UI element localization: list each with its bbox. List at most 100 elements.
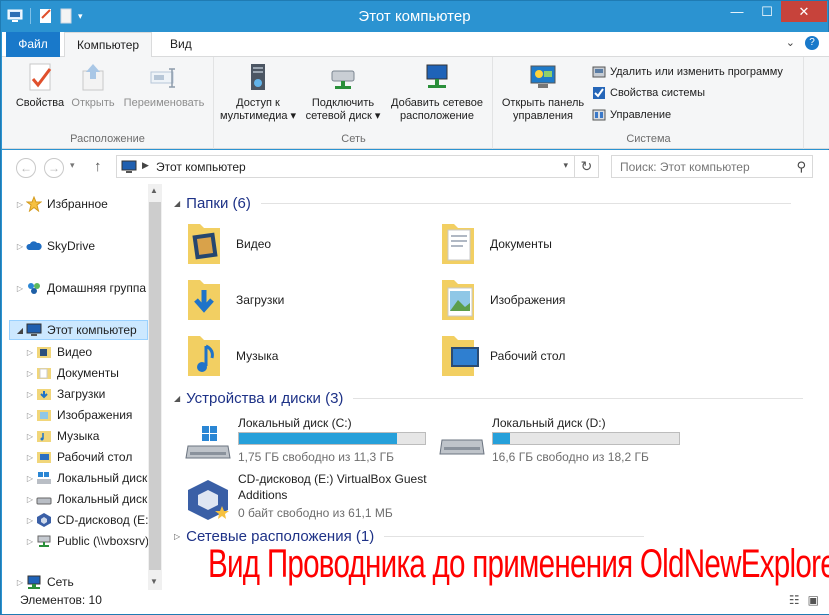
rename-label: Переименовать [123, 97, 205, 109]
rename-button[interactable]: Переименовать [118, 61, 210, 110]
nav-label: SkyDrive [47, 239, 96, 253]
minimize-button[interactable]: — [723, 1, 751, 22]
nav-label: Рабочий стол [57, 450, 133, 464]
network-icon [27, 575, 41, 589]
collapse-icon[interactable]: ◢ [14, 326, 26, 335]
scroll-down-icon[interactable]: ▼ [150, 577, 158, 586]
nav-item-drive-c[interactable]: ▷ Локальный диск (C:) [24, 468, 148, 488]
breadcrumb-arrow-icon[interactable]: ▶ [142, 160, 149, 171]
address-history-icon[interactable]: ▾ [563, 160, 568, 171]
nav-item-public-share[interactable]: ▷ Public (\\vboxsrv) [24, 531, 148, 551]
expand-icon[interactable]: ▷ [174, 532, 180, 541]
expand-icon[interactable]: ▷ [24, 390, 36, 399]
folder-desktop[interactable]: Рабочий стол [438, 330, 678, 382]
documents-folder-icon [37, 368, 51, 379]
nav-item-video[interactable]: ▷ Видео [24, 342, 92, 362]
expand-icon[interactable]: ▷ [14, 578, 26, 587]
cd-name-line1: CD-дисковод (E:) VirtualBox Guest [238, 472, 427, 486]
manage-icon [592, 109, 606, 121]
help-icon[interactable]: ? [805, 36, 819, 50]
nav-label: Сеть [47, 575, 74, 589]
drive-usage-fill [239, 433, 398, 444]
properties-button[interactable]: Свойства [14, 61, 66, 110]
devices-section-header[interactable]: ◢ Устройства и диски (3) [174, 390, 804, 407]
expand-icon[interactable]: ▷ [14, 284, 26, 293]
back-button[interactable]: ← [16, 158, 36, 178]
folder-label: Музыка [236, 349, 279, 363]
downloads-folder-icon [37, 389, 51, 400]
nav-item-downloads[interactable]: ▷ Загрузки [24, 384, 105, 404]
drive-c[interactable]: Локальный диск (C:) 1,75 ГБ свободно из … [184, 416, 434, 472]
nav-item-drive-d[interactable]: ▷ Локальный диск (D:) [24, 489, 148, 509]
expand-icon[interactable]: ▷ [24, 495, 36, 504]
map-drive-button[interactable]: Подключить сетевой диск ▾ [303, 61, 383, 123]
folder-music[interactable]: Музыка [184, 330, 424, 382]
scroll-thumb[interactable] [149, 202, 161, 570]
downloads-folder-icon [188, 280, 220, 320]
add-location-line1: Добавить сетевое [391, 97, 483, 109]
folder-pictures[interactable]: Изображения [438, 274, 678, 326]
folder-documents[interactable]: Документы [438, 218, 678, 270]
nav-item-skydrive[interactable]: ▷ SkyDrive [14, 236, 95, 256]
uninstall-program-button[interactable]: Удалить или изменить программу [592, 63, 783, 81]
chevron-down-icon[interactable]: ⌄ [786, 36, 795, 50]
tab-view[interactable]: Вид [158, 32, 204, 57]
expand-icon[interactable]: ▷ [14, 242, 26, 251]
expand-icon[interactable]: ▷ [24, 369, 36, 378]
search-icon[interactable]: ⚲ [796, 159, 806, 175]
expand-icon[interactable]: ▷ [24, 348, 36, 357]
media-access-button[interactable]: Доступ к мультимедиа ▾ [219, 61, 297, 123]
nav-item-favorites[interactable]: ▷ Избранное [14, 194, 108, 214]
collapse-icon[interactable]: ◢ [174, 394, 180, 403]
control-panel-button[interactable]: Открыть панель управления [496, 61, 590, 123]
system-properties-button[interactable]: Свойства системы [592, 84, 705, 102]
drive-name: Локальный диск (D:) [492, 416, 606, 430]
folder-downloads[interactable]: Загрузки [184, 274, 424, 326]
system-group-label: Система [626, 133, 671, 145]
open-button[interactable]: Открыть [68, 61, 118, 110]
search-input[interactable]: Поиск: Этот компьютер ⚲ [611, 155, 813, 178]
drive-free-space: 16,6 ГБ свободно из 18,2 ГБ [492, 450, 649, 464]
nav-item-music[interactable]: ▷ Музыка [24, 426, 100, 446]
expand-icon[interactable]: ▷ [14, 200, 26, 209]
expand-icon[interactable]: ▷ [24, 432, 36, 441]
folder-video[interactable]: Видео [184, 218, 424, 270]
recent-locations-icon[interactable]: ▾ [70, 160, 75, 171]
folder-label: Изображения [490, 293, 566, 307]
add-network-location-button[interactable]: Добавить сетевое расположение [385, 61, 489, 123]
refresh-button[interactable]: ↻ [574, 156, 598, 177]
nav-item-pictures[interactable]: ▷ Изображения [24, 405, 133, 425]
music-folder-icon [37, 431, 51, 442]
drive-usage-bar [238, 432, 426, 445]
tab-file[interactable]: Файл [6, 32, 60, 57]
collapse-icon[interactable]: ◢ [174, 199, 180, 208]
nav-item-cd-drive[interactable]: ▷ CD-дисковод (E:) VirtualBox Guest Addit… [24, 510, 148, 530]
scroll-up-icon[interactable]: ▲ [150, 186, 158, 195]
nav-item-this-pc[interactable]: ◢ Этот компьютер [9, 320, 148, 340]
forward-button[interactable]: → [44, 158, 64, 178]
nav-item-desktop[interactable]: ▷ Рабочий стол [24, 447, 132, 467]
network-drive-icon [331, 70, 355, 89]
up-button[interactable]: ↑ [94, 158, 102, 175]
expand-icon[interactable]: ▷ [24, 411, 36, 420]
expand-icon[interactable]: ▷ [24, 516, 36, 525]
breadcrumb[interactable]: Этот компьютер [156, 160, 246, 174]
system-properties-icon [593, 87, 605, 99]
tab-computer[interactable]: Компьютер [64, 32, 152, 58]
manage-button[interactable]: Управление [592, 106, 671, 124]
expand-icon[interactable]: ▷ [24, 537, 36, 546]
drive-d[interactable]: Локальный диск (D:) 16,6 ГБ свободно из … [438, 416, 688, 472]
nav-item-network[interactable]: ▷ Сеть [14, 572, 74, 590]
large-icons-view-icon[interactable]: ▣ [808, 593, 819, 607]
nav-scrollbar[interactable]: ▲ ▼ [148, 184, 162, 590]
expand-icon[interactable]: ▷ [24, 474, 36, 483]
nav-item-homegroup[interactable]: ▷ Домашняя группа [14, 278, 146, 298]
folders-section-header[interactable]: ◢ Папки (6) [174, 195, 791, 212]
drive-e-cd[interactable]: CD-дисковод (E:) VirtualBox Guest Additi… [184, 472, 464, 528]
close-button[interactable]: ✕ [781, 1, 827, 22]
address-bar[interactable]: ▶ Этот компьютер ▾ ↻ [116, 155, 599, 178]
maximize-button[interactable]: ☐ [753, 1, 781, 22]
nav-item-documents[interactable]: ▷ Документы [24, 363, 119, 383]
details-view-icon[interactable]: ☷ [789, 593, 800, 607]
expand-icon[interactable]: ▷ [24, 453, 36, 462]
